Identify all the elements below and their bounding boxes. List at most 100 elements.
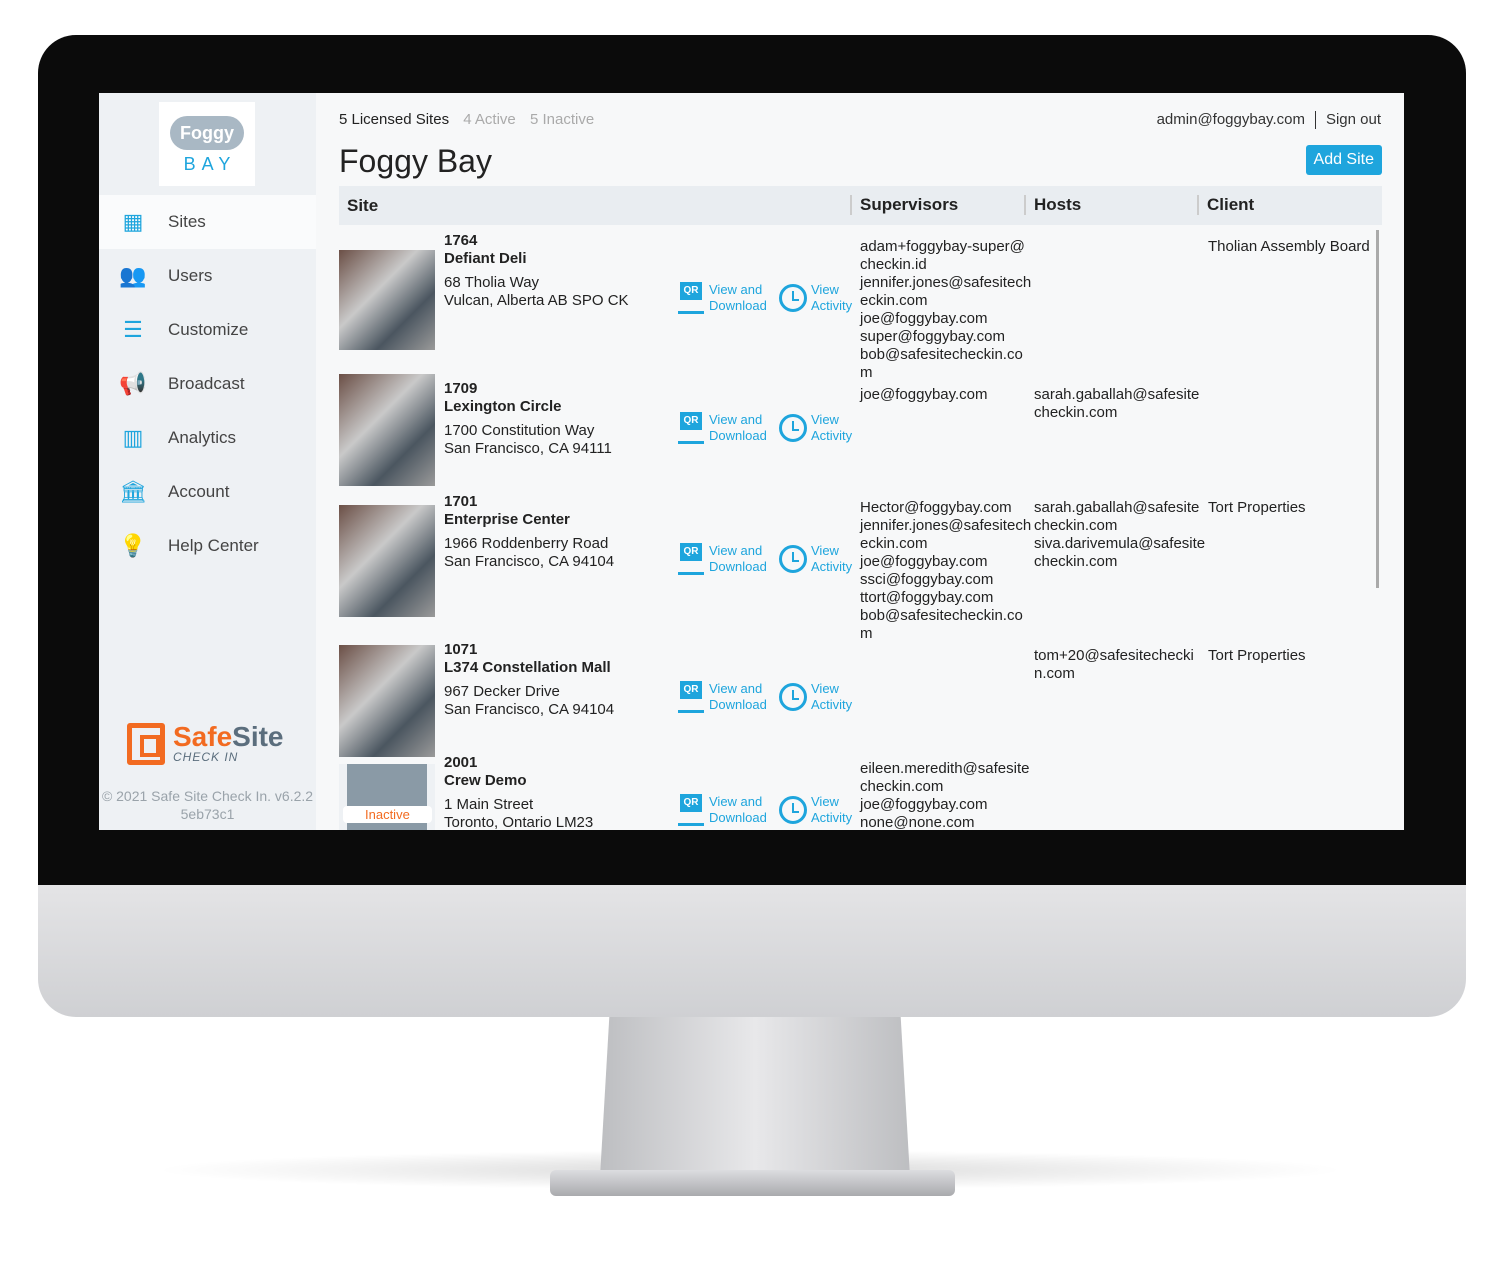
view-activity-button[interactable]: View Activity [779,794,852,826]
column-supervisors[interactable]: Supervisors [850,195,958,215]
checklist-icon: ☰ [123,317,143,342]
scrollbar[interactable] [1376,230,1379,588]
qr-download-button[interactable]: QR View and Download [678,282,767,314]
logo-word-b: Site [232,721,284,752]
site-city: San Francisco, CA 94104 [444,701,615,718]
logo-sub: CHECK IN [173,750,239,764]
site-city: Toronto, Ontario LM23 [444,814,594,830]
logo-text: Foggy [170,116,244,150]
safesite-logo: SafeSite CHECK IN [127,723,284,765]
qr-download-button[interactable]: QR View and Download [678,412,767,444]
qr-label: Download [709,298,767,313]
user-menu: admin@foggybay.com Sign out [1156,111,1381,130]
site-name[interactable]: Defiant Deli [444,250,629,268]
history-icon [779,683,807,711]
sidebar-item-label: Help Center [168,536,259,555]
logo-subtext: BAY [183,154,237,174]
qr-label: Download [709,559,767,574]
site-info: 1071 L374 Constellation Mall 967 Decker … [444,641,614,719]
history-icon [779,796,807,824]
sidebar-item-users[interactable]: 👥 Users [99,249,316,303]
sidebar-item-broadcast[interactable]: 📢 Broadcast [99,357,316,411]
view-activity-button[interactable]: View Activity [779,282,852,314]
build-id: 5eb73c1 [180,806,235,822]
site-address: 1700 Constitution Way [444,422,595,439]
site-name[interactable]: L374 Constellation Mall [444,659,614,677]
activity-label: Activity [811,428,853,443]
active-filter[interactable]: 4 Active [463,111,516,128]
qr-download-icon: QR [678,412,704,444]
history-icon [779,545,807,573]
sidebar-item-label: Analytics [168,428,237,447]
site-name[interactable]: Crew Demo [444,772,593,790]
history-icon [779,414,807,442]
qr-label: View and [709,681,763,696]
column-site[interactable]: Site [347,196,378,216]
site-name[interactable]: Lexington Circle [444,398,612,416]
site-address: 1966 Roddenberry Road [444,535,609,552]
building-icon: ▦ [122,209,144,234]
monitor-stand [600,1017,910,1177]
sidebar-item-label: Account [168,482,230,501]
sidebar-item-sites[interactable]: ▦ Sites [99,195,316,249]
site-address: 68 Tholia Way [444,274,540,291]
activity-label: Activity [811,697,853,712]
qr-label: View and [709,282,763,297]
activity-label: View [811,794,839,809]
site-id: 2001 [444,754,478,771]
sidebar-item-label: Sites [168,212,206,231]
qr-download-button[interactable]: QR View and Download [678,681,767,713]
site-photo [339,645,435,757]
lightbulb-icon: 💡 [119,533,147,558]
qr-download-button[interactable]: QR View and Download [678,543,767,575]
sidebar-item-customize[interactable]: ☰ Customize [99,303,316,357]
qr-label: Download [709,697,767,712]
user-email: admin@foggybay.com [1156,111,1305,128]
sidebar: Foggy BAY ▦ Sites 👥 Users ☰ Customize 📢 Broadca… [99,93,316,830]
site-id: 1764 [444,232,478,249]
site-photo: Inactive [339,764,435,830]
column-hosts[interactable]: Hosts [1024,195,1081,215]
qr-label: View and [709,794,763,809]
activity-label: Activity [811,810,853,825]
sign-out-link[interactable]: Sign out [1326,111,1381,128]
app-screen: Foggy BAY ▦ Sites 👥 Users ☰ Customize 📢 Broadca… [99,93,1404,830]
site-city: Vulcan, Alberta AB SPO CK [444,292,629,309]
column-client[interactable]: Client [1197,195,1254,215]
view-activity-button[interactable]: View Activity [779,543,852,575]
view-activity-button[interactable]: View Activity [779,412,852,444]
bank-icon: 🏛 [119,479,147,504]
site-info: 2001 Crew Demo 1 Main Street Toronto, On… [444,754,593,830]
site-id: 1071 [444,641,478,658]
status-badge: Inactive [343,806,432,823]
inactive-filter[interactable]: 5 Inactive [530,111,594,128]
qr-download-icon: QR [678,543,704,575]
foggy-bay-logo: Foggy BAY [159,102,255,186]
client-cell: Tort Properties [1208,647,1306,664]
site-photo [339,505,435,617]
site-photo [339,374,435,486]
qr-label: Download [709,428,767,443]
site-id: 1701 [444,493,478,510]
sidebar-item-help-center[interactable]: 💡 Help Center [99,519,316,573]
site-address: 1 Main Street [444,796,534,813]
qr-download-button[interactable]: QR View and Download [678,794,767,826]
copyright: © 2021 Safe Site Check In. v6.2.2 5eb73c1 [99,787,316,823]
supervisors-cell: adam+foggybay-super@checkin.id jennifer.… [860,238,1032,381]
view-activity-button[interactable]: View Activity [779,681,852,713]
add-site-button[interactable]: Add Site [1305,145,1382,175]
sidebar-item-account[interactable]: 🏛 Account [99,465,316,519]
site-photo [339,250,435,350]
supervisors-cell: Hector@foggybay.com jennifer.jones@safes… [860,499,1032,642]
site-info: 1709 Lexington Circle 1700 Constitution … [444,380,612,458]
sidebar-item-analytics[interactable]: ▥ Analytics [99,411,316,465]
activity-label: View [811,681,839,696]
activity-label: Activity [811,298,853,313]
supervisors-cell: eileen.meredith@safesitecheckin.com joe@… [860,760,1030,830]
activity-label: View [811,412,839,427]
site-name[interactable]: Enterprise Center [444,511,614,529]
monitor-foot [550,1170,955,1196]
sidebar-item-label: Broadcast [168,374,245,393]
sidebar-item-label: Customize [168,320,249,339]
qr-label: Download [709,810,767,825]
